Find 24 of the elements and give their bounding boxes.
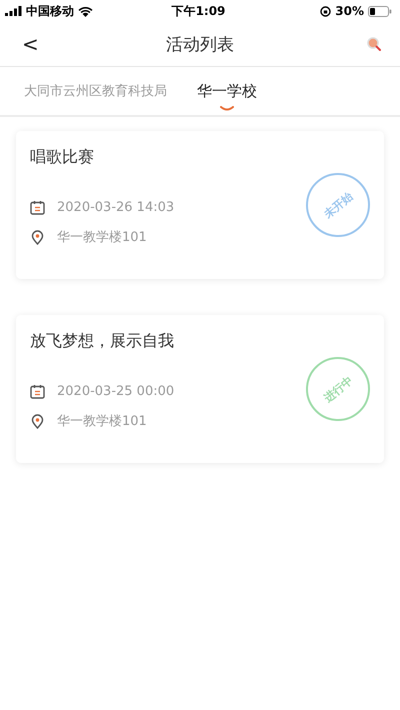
page-title: 活动列表 — [165, 34, 235, 56]
activity-card[interactable]: 唱歌比赛 2020-03-26 14:03 华一教学楼101 未开始 — [16, 131, 384, 279]
activity-title: 放飞梦想，展示自我 — [30, 331, 175, 352]
battery-percent: 30% — [335, 4, 364, 18]
calendar-icon — [30, 200, 45, 214]
activity-time: 2020-03-25 00:00 — [57, 384, 174, 398]
wifi-icon — [78, 6, 93, 16]
location-pin-icon — [30, 230, 45, 244]
clock-time: 下午1:09 — [170, 2, 226, 20]
activity-title: 唱歌比赛 — [30, 147, 95, 168]
activity-location: 华一教学楼101 — [57, 413, 147, 430]
activity-card[interactable]: 放飞梦想，展示自我 2020-03-25 00:00 华一教学楼101 进行中 — [16, 315, 384, 463]
signal-icon — [5, 6, 22, 16]
rotation-lock-icon — [320, 6, 332, 16]
tab-indicator-icon — [220, 106, 234, 110]
search-icon[interactable] — [366, 36, 382, 52]
battery-icon — [368, 6, 392, 16]
calendar-icon — [30, 384, 45, 398]
activity-location: 华一教学楼101 — [57, 229, 147, 246]
location-pin-icon — [30, 414, 45, 428]
tab[interactable]: 华一学校 — [197, 82, 257, 100]
carrier-name: 中国移动 — [26, 2, 74, 20]
activity-time: 2020-03-26 14:03 — [57, 200, 174, 214]
back-button[interactable]: < — [18, 32, 58, 56]
